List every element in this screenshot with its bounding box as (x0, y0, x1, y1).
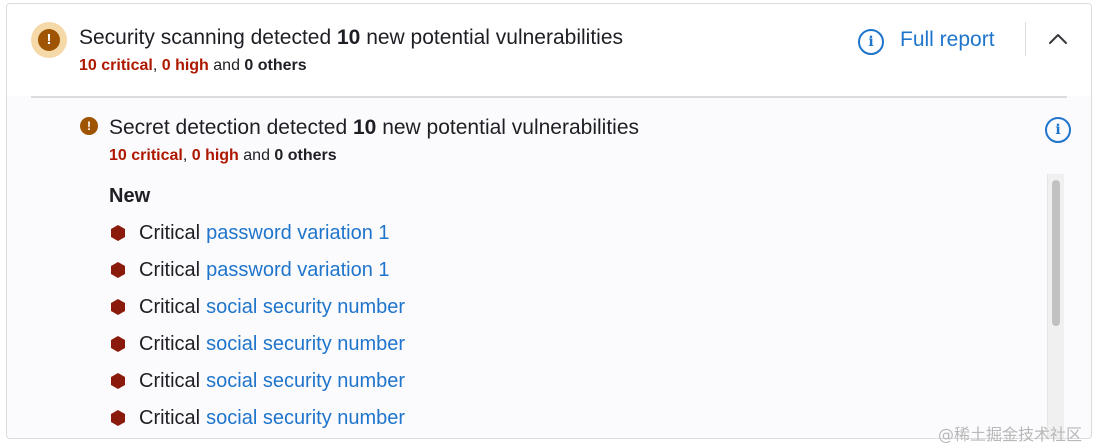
separator: , (182, 147, 192, 164)
finding-severity: Critical (139, 258, 201, 281)
section-summary: 10 critical, 0 high and 0 others (109, 147, 337, 165)
header-summary: 10 critical, 0 high and 0 others (79, 57, 307, 75)
section-title-count: 10 (353, 116, 377, 139)
others-count: 0 others (274, 147, 337, 164)
full-report-link[interactable]: Full report (900, 28, 995, 52)
and-text: and (238, 147, 275, 164)
critical-count: 10 critical (79, 57, 153, 74)
high-count: 0 high (191, 147, 239, 164)
and-text: and (208, 57, 245, 74)
critical-severity-icon (111, 299, 125, 315)
others-count: 0 others (244, 57, 307, 74)
section-info-icon[interactable]: i (1045, 117, 1071, 143)
title-text-end: new potential vulnerabilities (360, 26, 624, 49)
critical-count: 10 critical (109, 147, 183, 164)
critical-severity-icon (111, 225, 125, 241)
divider (1025, 22, 1026, 56)
security-report-widget: ! Security scanning detected 10 new pote… (6, 3, 1092, 439)
finding-row: Critical password variation 1 (109, 219, 390, 247)
finding-link[interactable]: social security number (206, 333, 405, 356)
finding-row: Critical social security number (109, 293, 405, 321)
separator: , (152, 57, 162, 74)
finding-link[interactable]: password variation 1 (206, 259, 389, 282)
scrollbar[interactable] (1047, 174, 1064, 438)
chevron-up-icon[interactable] (1045, 26, 1071, 52)
finding-severity: Critical (139, 406, 201, 429)
finding-row: Critical social security number (109, 330, 405, 358)
section-title-text-end: new potential vulnerabilities (376, 116, 640, 139)
finding-severity: Critical (139, 332, 201, 355)
finding-link[interactable]: social security number (206, 370, 405, 393)
finding-severity: Critical (139, 369, 201, 392)
watermark: @稀土掘金技术社区 (938, 425, 1083, 444)
header-title: Security scanning detected 10 new potent… (79, 26, 623, 50)
widget-header: ! Security scanning detected 10 new pote… (7, 4, 1091, 96)
finding-link[interactable]: social security number (206, 296, 405, 319)
critical-severity-icon (111, 373, 125, 389)
section-title: Secret detection detected 10 new potenti… (109, 116, 639, 140)
warning-status: ! (31, 22, 67, 58)
warning-icon: ! (38, 29, 60, 51)
finding-severity: Critical (139, 295, 201, 318)
section-title-text: Secret detection detected (109, 116, 353, 139)
title-count: 10 (337, 26, 361, 49)
finding-row: Critical social security number (109, 367, 405, 395)
critical-severity-icon (111, 336, 125, 352)
finding-row: Critical social security number (109, 404, 405, 432)
warning-icon: ! (80, 117, 98, 135)
section-divider (31, 96, 1067, 98)
new-findings-heading: New (109, 185, 151, 207)
critical-severity-icon (111, 262, 125, 278)
finding-severity: Critical (139, 221, 201, 244)
high-count: 0 high (161, 57, 209, 74)
info-icon[interactable]: i (858, 29, 884, 55)
scrollbar-thumb[interactable] (1052, 180, 1060, 326)
finding-link[interactable]: social security number (206, 407, 405, 430)
finding-link[interactable]: password variation 1 (206, 222, 389, 245)
critical-severity-icon (111, 410, 125, 426)
finding-row: Critical password variation 1 (109, 256, 390, 284)
title-text: Security scanning detected (79, 26, 337, 49)
